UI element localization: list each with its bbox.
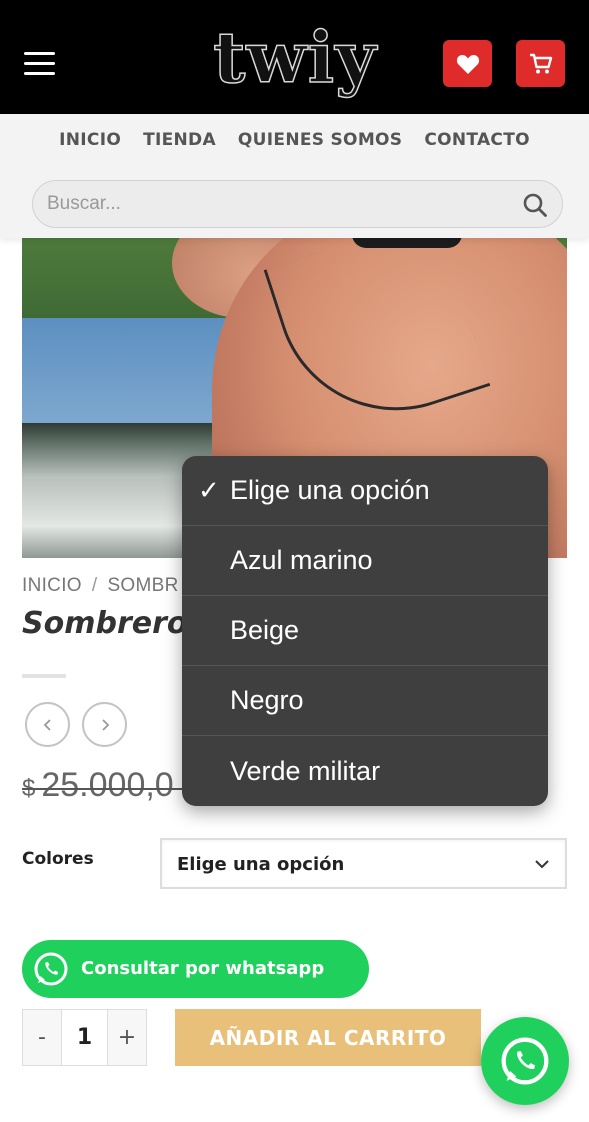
heart-icon: [456, 54, 479, 74]
wishlist-button[interactable]: [443, 40, 492, 87]
product-price: $25.000,0: [22, 766, 242, 805]
color-select-value: Elige una opción: [177, 854, 345, 875]
quantity-decrease-button[interactable]: -: [23, 1010, 61, 1065]
breadcrumb-item-inicio[interactable]: INICIO: [22, 575, 82, 596]
chevron-right-icon: [101, 718, 109, 731]
whatsapp-consult-label: Consultar por whatsapp: [81, 958, 325, 979]
whatsapp-icon: [501, 1037, 549, 1085]
breadcrumb: INICIO / SOMBR: [22, 575, 179, 597]
color-select[interactable]: Elige una opción: [160, 838, 567, 889]
nav-item-contacto[interactable]: CONTACTO: [424, 130, 530, 150]
add-to-cart-button[interactable]: AÑADIR AL CARRITO: [175, 1009, 481, 1066]
nav-item-inicio[interactable]: INICIO: [59, 130, 121, 150]
search-bar: [32, 180, 563, 228]
dropdown-option[interactable]: ✓ Elige una opción: [182, 456, 548, 526]
quantity-stepper: - 1 +: [22, 1009, 147, 1066]
product-title: Sombrero: [22, 606, 188, 641]
breadcrumb-item-category[interactable]: SOMBR: [107, 575, 178, 596]
title-divider: [22, 674, 66, 678]
whatsapp-icon: [34, 952, 68, 986]
prev-product-button[interactable]: [25, 702, 70, 747]
next-product-button[interactable]: [82, 702, 127, 747]
quantity-input[interactable]: 1: [61, 1010, 108, 1065]
dropdown-option[interactable]: Azul marino: [182, 526, 548, 596]
search-icon[interactable]: [522, 192, 548, 218]
shopping-cart-icon: [529, 53, 552, 73]
site-logo[interactable]: twiy: [200, 10, 390, 106]
cart-button[interactable]: [516, 40, 565, 87]
nav-item-tienda[interactable]: TIENDA: [143, 130, 216, 150]
chevron-left-icon: [43, 718, 51, 731]
checkmark-icon: ✓: [198, 475, 220, 506]
variation-label: Colores: [22, 849, 94, 869]
nav-item-quienes-somos[interactable]: QUIENES SOMOS: [238, 130, 402, 150]
main-nav: INICIO TIENDA QUIENES SOMOS CONTACTO: [0, 130, 589, 150]
search-input[interactable]: [47, 181, 507, 227]
whatsapp-float-button[interactable]: [481, 1017, 569, 1105]
top-header: twiy: [0, 0, 589, 114]
quantity-increase-button[interactable]: +: [108, 1010, 146, 1065]
nav-bar: INICIO TIENDA QUIENES SOMOS CONTACTO: [0, 114, 589, 238]
whatsapp-consult-button[interactable]: Consultar por whatsapp: [22, 940, 369, 998]
color-dropdown-menu: ✓ Elige una opción Azul marino Beige Neg…: [182, 456, 548, 806]
dropdown-option[interactable]: Negro: [182, 666, 548, 736]
hamburger-menu-icon[interactable]: [24, 50, 56, 76]
breadcrumb-separator: /: [91, 575, 98, 596]
price-value: 25.000,0: [41, 766, 174, 804]
chevron-down-icon: [535, 860, 549, 869]
dropdown-option[interactable]: Beige: [182, 596, 548, 666]
dropdown-option[interactable]: Verde militar: [182, 736, 548, 806]
